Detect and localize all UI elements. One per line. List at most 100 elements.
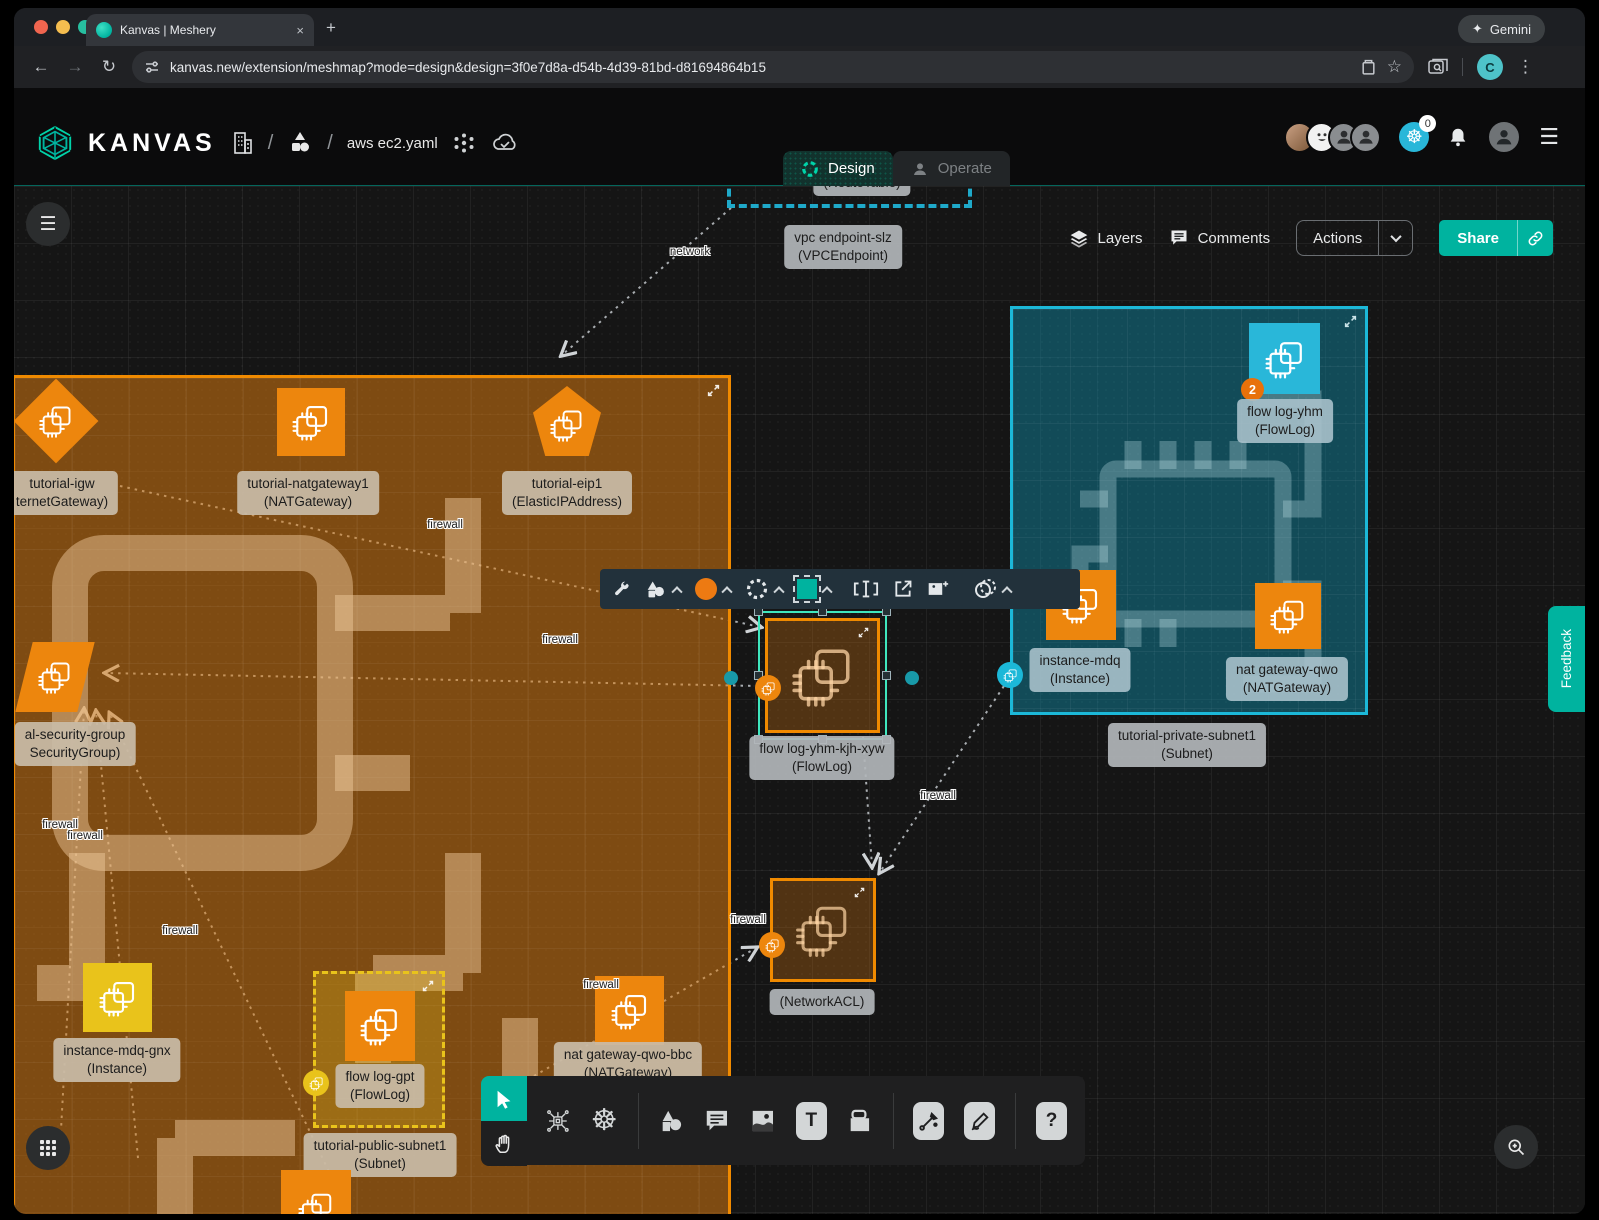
node-tutorial-natgateway1[interactable]	[277, 388, 345, 456]
feedback-tab[interactable]: Feedback	[1548, 606, 1585, 712]
collapse-icon[interactable]	[858, 627, 869, 638]
design-file-name[interactable]: aws ec2.yaml	[347, 135, 438, 152]
window-controls[interactable]	[34, 20, 92, 34]
shape-picker[interactable]	[645, 579, 681, 599]
tab-design[interactable]: Design	[783, 151, 893, 186]
layers-button[interactable]: Layers	[1069, 228, 1143, 248]
node-flow-log-gpt-label: flow log-gpt(FlowLog)	[335, 1064, 424, 1108]
url-text[interactable]: kanvas.new/extension/meshmap?mode=design…	[170, 60, 1350, 75]
kanvas-logo[interactable]	[36, 124, 74, 162]
kubernetes-dock-icon[interactable]: ☸	[591, 1103, 618, 1138]
comment-tool-icon[interactable]	[704, 1107, 730, 1135]
design-canvas[interactable]: ☰ Layers Comments Actions Share	[14, 186, 1585, 1214]
cloud-sync-icon[interactable]	[490, 131, 520, 155]
comments-button[interactable]: Comments	[1169, 228, 1271, 248]
design-tab-label: Design	[828, 160, 875, 177]
actions-dropdown[interactable]	[1378, 221, 1412, 255]
share-label: Share	[1439, 230, 1517, 247]
node-nat-gateway-qwo[interactable]	[1255, 583, 1321, 649]
chrome-profile-avatar[interactable]: C	[1477, 54, 1503, 80]
close-window-button[interactable]	[34, 20, 48, 34]
node-vpc-endpoint-label[interactable]: vpc endpoint-slz(VPCEndpoint)	[784, 225, 902, 269]
freehand-draw-tool-icon[interactable]	[964, 1102, 995, 1140]
pan-tool-button[interactable]	[481, 1121, 527, 1166]
rename-icon[interactable]	[853, 579, 879, 599]
forward-button[interactable]: →	[58, 57, 92, 77]
collapse-icon[interactable]	[1344, 315, 1357, 328]
collapse-icon[interactable]	[422, 980, 434, 992]
components-dock-icon[interactable]	[545, 1106, 571, 1136]
actions-button[interactable]: Actions	[1296, 220, 1413, 256]
text-tool-icon[interactable]: T	[796, 1102, 827, 1140]
breadcrumb-separator: /	[268, 132, 274, 155]
node-nat-gateway-qwo-label: nat gateway-qwo(NATGateway)	[1226, 657, 1348, 701]
shapes-tool-icon[interactable]	[659, 1107, 685, 1135]
canvas-menu-button[interactable]: ☰	[26, 202, 70, 246]
frame-tool-icon[interactable]	[847, 1107, 873, 1135]
node-flow-log-yhm-kjh-xyw[interactable]	[765, 618, 880, 733]
help-button[interactable]: ?	[1036, 1102, 1067, 1140]
organization-icon[interactable]	[230, 130, 254, 156]
address-bar[interactable]: kanvas.new/extension/meshmap?mode=design…	[132, 51, 1414, 83]
connection-port[interactable]	[724, 671, 738, 685]
configure-wrench-icon[interactable]	[612, 580, 631, 599]
media-tool-icon[interactable]	[750, 1107, 776, 1135]
component-chip-icon	[790, 643, 856, 709]
node-handle[interactable]	[759, 932, 785, 958]
bookmark-star-icon[interactable]: ☆	[1387, 57, 1402, 77]
border-style-picker[interactable]	[745, 577, 783, 601]
node-handle[interactable]	[303, 1070, 329, 1096]
tab-close-icon[interactable]: ×	[296, 23, 304, 38]
gemini-button[interactable]: ✦ Gemini	[1458, 15, 1545, 43]
tab-search-icon[interactable]	[1428, 58, 1448, 76]
connection-port[interactable]	[905, 671, 919, 685]
browser-tab[interactable]: Kanvas | Meshery ×	[86, 14, 314, 46]
minimize-window-button[interactable]	[56, 20, 70, 34]
grid-icon	[39, 1139, 57, 1157]
apps-grid-button[interactable]	[26, 1126, 70, 1170]
component-chip-icon	[37, 659, 73, 695]
selection-color-picker[interactable]	[797, 579, 831, 599]
collaborator-avatars[interactable]	[1284, 122, 1381, 153]
node-clipped-bottom[interactable]	[281, 1170, 351, 1214]
operate-tab-label: Operate	[938, 160, 992, 177]
node-flow-log-yhm-badge[interactable]: 2	[1241, 378, 1264, 401]
designs-icon[interactable]	[287, 130, 313, 156]
chip-icon	[765, 938, 780, 953]
save-icon[interactable]	[1360, 59, 1377, 76]
collaborator-avatar[interactable]	[1350, 122, 1381, 153]
edge-label-firewall: firewall	[162, 925, 198, 937]
node-networkacl[interactable]	[770, 878, 876, 982]
open-external-icon[interactable]	[893, 579, 913, 599]
zoom-search-button[interactable]	[1494, 1125, 1538, 1169]
site-settings-icon[interactable]	[144, 59, 160, 75]
subnet-connection-handle[interactable]	[997, 662, 1023, 688]
opacity-picker[interactable]	[973, 578, 1011, 600]
add-image-icon[interactable]	[927, 579, 949, 599]
back-button[interactable]: ←	[24, 57, 58, 77]
resize-handle[interactable]	[882, 671, 891, 680]
share-button[interactable]: Share	[1439, 220, 1553, 256]
new-tab-button[interactable]: +	[326, 18, 336, 38]
notifications-bell-icon[interactable]	[1447, 125, 1469, 149]
tab-operate[interactable]: Operate	[893, 151, 1010, 186]
user-avatar[interactable]	[1487, 120, 1521, 154]
select-tool-button[interactable]	[481, 1076, 527, 1121]
collapse-icon[interactable]	[707, 384, 720, 397]
copy-link-button[interactable]	[1517, 220, 1553, 256]
node-flow-log-gpt[interactable]	[345, 991, 415, 1061]
hand-icon	[493, 1133, 515, 1155]
node-instance-mdq-gnx[interactable]	[83, 963, 152, 1032]
chevron-up-icon	[721, 586, 732, 597]
node-handle[interactable]	[755, 675, 781, 701]
edge-pen-tool-icon[interactable]	[913, 1102, 944, 1140]
kubernetes-context-switcher[interactable]: ☸ 0	[1399, 122, 1429, 152]
fill-color-picker[interactable]	[695, 578, 731, 600]
reload-button[interactable]: ↻	[92, 57, 126, 77]
collapse-icon[interactable]	[854, 887, 865, 898]
chevron-up-icon	[671, 586, 682, 597]
gemini-label: Gemini	[1490, 22, 1531, 37]
visibility-icon[interactable]	[452, 131, 476, 155]
chrome-menu-icon[interactable]: ⋮	[1517, 57, 1534, 77]
app-menu-icon[interactable]: ☰	[1539, 124, 1559, 150]
